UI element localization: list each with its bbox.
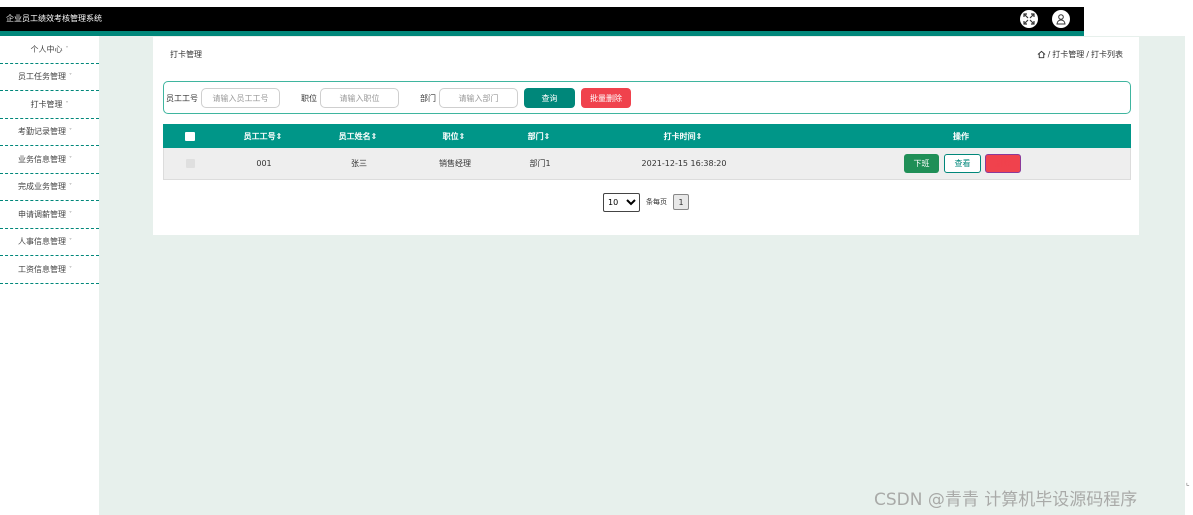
chevron-down-icon: ˅ — [69, 155, 72, 163]
header-dept[interactable]: 部门⇕ — [528, 131, 551, 142]
page-title: 打卡管理 — [170, 50, 202, 59]
resize-handle-icon: ⌞ — [1186, 478, 1190, 487]
breadcrumb-separator: / — [1047, 50, 1051, 59]
home-icon[interactable] — [1037, 50, 1046, 59]
row-checkbox[interactable] — [186, 159, 195, 168]
punch-table: 员工工号⇕ 员工姓名⇕ 职位⇕ 部门⇕ 打卡时间⇕ 操作 001 张三 销售经理… — [163, 124, 1131, 180]
batch-delete-button[interactable]: 批量删除 — [581, 88, 631, 108]
clock-out-button[interactable]: 下班 — [904, 154, 939, 173]
search-form: 员工工号 职位 部门 查询 批量删除 — [163, 81, 1131, 114]
emp-no-input[interactable] — [201, 88, 280, 108]
table-row: 001 张三 销售经理 部门1 2021-12-15 16:38:20 下班 查… — [163, 148, 1131, 180]
sidebar-item-label: 打卡管理 — [30, 99, 63, 109]
sidebar-item-hr-info[interactable]: 人事信息管理 ˅ — [0, 229, 99, 256]
sidebar-item-label: 人事信息管理 — [18, 237, 66, 247]
cell-emp-name: 张三 — [351, 159, 367, 168]
sidebar-item-label: 员工任务管理 — [18, 72, 66, 82]
sidebar-item-employee-tasks[interactable]: 员工任务管理 ˅ — [0, 64, 99, 91]
delete-button[interactable]: 删除 — [985, 154, 1021, 173]
content-panel: 打卡管理 / 打卡管理 / 打卡列表 员工工号 职位 部门 查询 批量删除 员工… — [153, 37, 1139, 235]
sidebar-item-label: 个人中心 — [30, 44, 63, 54]
cell-dept: 部门1 — [529, 159, 551, 168]
sidebar-item-attendance-records[interactable]: 考勤记录管理 ˅ — [0, 119, 99, 146]
sidebar-item-salary-requests[interactable]: 申请调薪管理 ˅ — [0, 201, 99, 229]
chevron-down-icon: ˅ — [69, 210, 72, 218]
sidebar: 个人中心 ˅ 员工任务管理 ˅ 打卡管理 ˅ 考勤记录管理 ˅ 业务信息管理 ˅ 完成业务… — [0, 36, 99, 515]
cell-emp-no: 001 — [256, 159, 272, 168]
right-edge — [1185, 7, 1193, 515]
breadcrumb-item-punch-list: 打卡列表 — [1091, 50, 1123, 59]
dept-input[interactable] — [439, 88, 518, 108]
chevron-down-icon: ˅ — [69, 128, 72, 136]
cell-punch-time: 2021-12-15 16:38:20 — [641, 159, 727, 168]
position-label: 职位 — [301, 94, 317, 103]
view-button[interactable]: 查看 — [944, 154, 981, 173]
pagination: 10 条每页 1 — [603, 192, 689, 212]
sidebar-item-label: 申请调薪管理 — [18, 209, 66, 219]
page-size-select[interactable]: 10 — [603, 192, 640, 212]
sidebar-item-label: 完成业务管理 — [18, 182, 66, 192]
breadcrumb-item-punch-management[interactable]: 打卡管理 — [1052, 49, 1084, 60]
chevron-down-icon: ˅ — [69, 73, 72, 81]
sidebar-item-label: 考勤记录管理 — [18, 127, 66, 137]
top-bar: 企业员工绩效考核管理系统 — [0, 7, 1084, 31]
breadcrumb-separator: / — [1086, 50, 1089, 59]
breadcrumb: / 打卡管理 / 打卡列表 — [1037, 49, 1123, 60]
cell-position: 销售经理 — [439, 159, 471, 168]
chevron-down-icon: ˅ — [69, 265, 72, 273]
chevron-down-icon: ˅ — [69, 238, 72, 246]
sidebar-item-completed-business[interactable]: 完成业务管理 ˅ — [0, 174, 99, 201]
dept-label: 部门 — [420, 94, 436, 103]
header-position[interactable]: 职位⇕ — [443, 131, 466, 142]
sidebar-item-label: 工资信息管理 — [18, 264, 66, 274]
fullscreen-icon[interactable] — [1020, 10, 1038, 28]
sidebar-item-label: 业务信息管理 — [18, 154, 66, 164]
app-window: 企业员工绩效考核管理系统 个人中心 ˅ 员工任务管理 ˅ 打卡管理 ˅ 考勤记录管理 ˅… — [0, 0, 1193, 515]
header-emp-name[interactable]: 员工姓名⇕ — [339, 131, 378, 142]
chevron-down-icon: ˅ — [65, 45, 69, 53]
per-page-label: 条每页 — [646, 198, 667, 206]
watermark: CSDN @青青 计算机毕设源码程序 — [874, 490, 1138, 510]
chevron-down-icon: ˅ — [65, 100, 69, 108]
select-all-checkbox[interactable] — [185, 131, 195, 141]
header-actions: 操作 — [953, 131, 969, 141]
table-header: 员工工号⇕ 员工姓名⇕ 职位⇕ 部门⇕ 打卡时间⇕ 操作 — [163, 124, 1131, 148]
chevron-down-icon: ˅ — [69, 183, 72, 191]
sidebar-item-business-info[interactable]: 业务信息管理 ˅ — [0, 146, 99, 174]
header-punch-time[interactable]: 打卡时间⇕ — [664, 131, 703, 142]
position-input[interactable] — [320, 88, 399, 108]
page-number-current[interactable]: 1 — [673, 194, 689, 210]
query-button[interactable]: 查询 — [524, 88, 575, 108]
sidebar-item-punch-management[interactable]: 打卡管理 ˅ — [0, 91, 99, 119]
emp-no-label: 员工工号 — [166, 94, 198, 103]
user-icon[interactable] — [1052, 10, 1070, 28]
sidebar-item-personal-center[interactable]: 个人中心 ˅ — [0, 36, 99, 64]
sidebar-item-salary-info[interactable]: 工资信息管理 ˅ — [0, 256, 99, 284]
app-title: 企业员工绩效考核管理系统 — [6, 14, 102, 23]
header-emp-no[interactable]: 员工工号⇕ — [244, 131, 283, 142]
